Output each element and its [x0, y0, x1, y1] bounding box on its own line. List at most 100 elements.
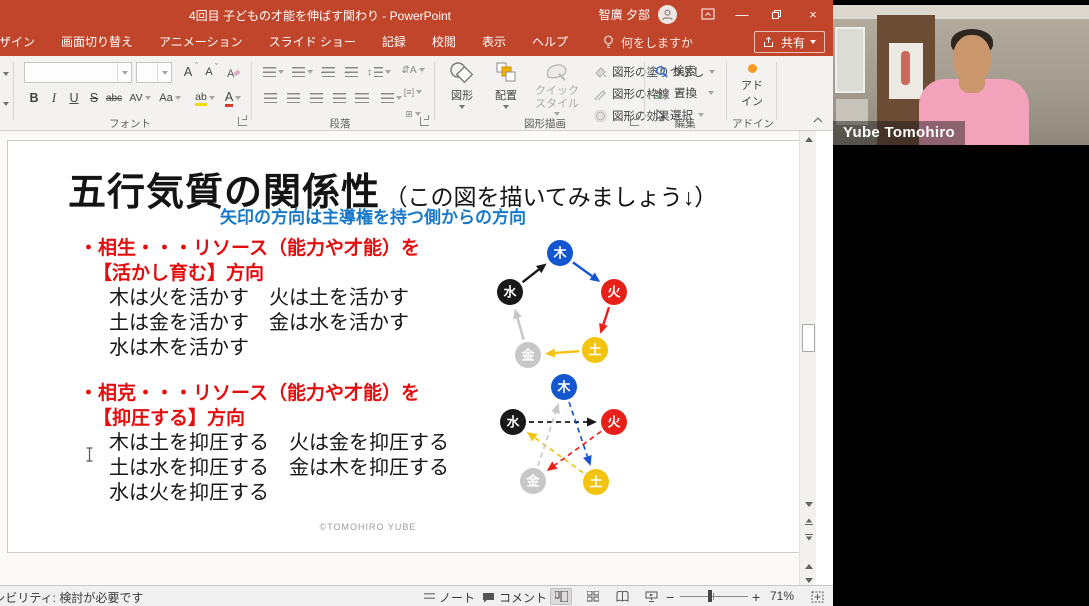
zoom-slider-track[interactable] [680, 596, 748, 597]
element-node-木[interactable]: 木 [551, 374, 577, 400]
replace-button[interactable]: abac 置換 [655, 85, 714, 101]
zoom-out-button[interactable]: − [666, 589, 674, 605]
justify-button[interactable] [329, 88, 349, 108]
tell-me-box[interactable]: 何をしますか [603, 34, 693, 51]
bold-button[interactable]: B [24, 88, 44, 108]
element-node-火[interactable]: 火 [601, 409, 627, 435]
ribbon-tab-6[interactable]: 校閲 [419, 28, 469, 56]
clear-formatting-button[interactable]: A [224, 62, 244, 82]
scrollbar-thumb[interactable] [802, 324, 815, 352]
zoom-slider-thumb[interactable] [708, 590, 712, 602]
element-node-金[interactable]: 金 [515, 342, 541, 368]
vertical-scrollbar[interactable] [799, 131, 816, 585]
shape-fill-icon [594, 66, 607, 78]
ribbon-display-options-icon[interactable] [691, 0, 725, 28]
slideshow-view-button[interactable] [640, 588, 662, 605]
arrange-button[interactable]: 配置 [487, 61, 525, 109]
font-size-combo[interactable] [136, 62, 172, 83]
section-heading: 【活かし育む】方向 [93, 261, 420, 286]
element-node-火[interactable]: 火 [601, 279, 627, 305]
bullets-button[interactable] [260, 62, 286, 82]
scroll-up-button[interactable] [801, 132, 816, 147]
ribbon-tab-7[interactable]: 表示 [469, 28, 519, 56]
font-name-combo[interactable] [24, 62, 132, 83]
notes-button[interactable]: ノート [424, 589, 475, 606]
shrink-font-button[interactable]: Aˇ [199, 62, 219, 82]
ribbon-tab-5[interactable]: 記録 [369, 28, 419, 56]
text-shadow-button[interactable]: abc [104, 88, 124, 108]
addin-button[interactable]: アド イン [733, 64, 771, 109]
decrease-indent-button[interactable]: ← [318, 62, 338, 82]
diagram-arrow-土-金 [555, 351, 579, 353]
quick-styles-button[interactable]: クイック スタイル [530, 61, 584, 116]
slide-sorter-view-button[interactable] [582, 588, 604, 605]
room-poster-figure [901, 51, 910, 85]
close-button[interactable]: × [793, 0, 833, 28]
strikethrough-button[interactable]: S [84, 88, 104, 108]
element-node-土[interactable]: 土 [583, 469, 609, 495]
share-button[interactable]: 共有 [754, 31, 825, 53]
diagram-arrowhead [587, 418, 597, 427]
ribbon-tab-1[interactable]: デザイン [0, 28, 48, 56]
font-color-button[interactable]: A [220, 88, 246, 108]
element-node-金[interactable]: 金 [520, 468, 546, 494]
align-left-button[interactable] [260, 88, 280, 108]
notes-icon [424, 593, 435, 602]
diagram-arrow-火-土 [603, 307, 609, 324]
normal-view-button[interactable] [550, 588, 572, 605]
align-right-button[interactable] [306, 88, 326, 108]
scroll-down-button[interactable] [801, 497, 816, 512]
shapes-button[interactable]: 図形 [443, 61, 481, 109]
element-node-水[interactable]: 水 [500, 409, 526, 435]
element-node-土[interactable]: 土 [582, 337, 608, 363]
paragraph-dialog-launcher[interactable] [420, 117, 429, 126]
previous-slide-button[interactable] [801, 514, 816, 529]
ribbon-tab-3[interactable]: アニメーション [146, 28, 256, 56]
highlight-color-button[interactable]: ab [190, 88, 220, 108]
accessibility-status[interactable]: アクセシビリティ: 検討が必要です [0, 589, 230, 606]
find-button[interactable]: 検索 [655, 63, 696, 79]
slide-text-section-2[interactable]: ・相克・・・リソース（能力や才能）を【抑圧する】方向木は土を抑圧する 火は金を抑… [79, 381, 449, 506]
search-icon [655, 65, 668, 78]
fit-to-window-button[interactable] [806, 588, 828, 605]
ribbon-tab-4[interactable]: スライド ショー [256, 28, 369, 56]
align-center-button[interactable] [283, 88, 303, 108]
line-spacing-button[interactable]: ↕ [366, 62, 392, 82]
reading-view-button[interactable] [611, 588, 633, 605]
shapes-icon [449, 61, 475, 85]
next-slide-button[interactable] [801, 530, 816, 545]
ribbon-tab-8[interactable]: ヘルプ [519, 28, 581, 56]
slide-canvas[interactable]: 木火土金水木水火金土 五行気質の関係性 （この図を描いてみましょう↓） 矢印の方… [7, 140, 807, 553]
columns-button[interactable] [378, 88, 404, 108]
distribute-button[interactable] [352, 88, 372, 108]
slide-text-section-1[interactable]: ・相生・・・リソース（能力や才能）を【活かし育む】方向木は火を活かす 火は土を活… [79, 236, 420, 361]
slide-subtitle[interactable]: 矢印の方向は主導権を持つ側からの方向 [138, 203, 608, 228]
ribbon-tab-2[interactable]: 画面切り替え [48, 28, 146, 56]
participant-video[interactable]: Yube Tomohiro [833, 5, 1089, 145]
change-case-button[interactable]: Aa [156, 88, 184, 108]
diagram-arrowhead [527, 432, 538, 442]
italic-button[interactable]: I [44, 88, 64, 108]
svg-text:金: 金 [520, 348, 535, 363]
font-dialog-launcher[interactable] [238, 117, 247, 126]
comments-button[interactable]: コメント [482, 589, 547, 606]
element-node-水[interactable]: 水 [497, 279, 523, 305]
numbering-button[interactable] [289, 62, 315, 82]
character-spacing-button[interactable]: AV [126, 88, 154, 108]
participant-neck [959, 79, 985, 93]
grow-font-button[interactable]: Aˆ [178, 62, 198, 82]
secondary-scroll-up-button[interactable] [801, 559, 816, 574]
element-node-木[interactable]: 木 [547, 240, 573, 266]
collapse-ribbon-button[interactable] [808, 110, 828, 130]
underline-button[interactable]: U [64, 88, 84, 108]
account-avatar-icon[interactable] [658, 5, 677, 24]
account-name[interactable]: 智廣 夕部 [599, 6, 650, 23]
minimize-button[interactable]: — [725, 0, 759, 28]
zoom-level[interactable]: 71% [770, 589, 794, 603]
text-direction-button[interactable]: ⇵A [398, 60, 428, 80]
restore-button[interactable] [759, 0, 793, 28]
zoom-in-button[interactable]: + [752, 589, 760, 605]
increase-indent-button[interactable]: → [341, 62, 361, 82]
participant-name-label: Yube Tomohiro [833, 121, 965, 145]
drawing-dialog-launcher[interactable] [630, 117, 639, 126]
